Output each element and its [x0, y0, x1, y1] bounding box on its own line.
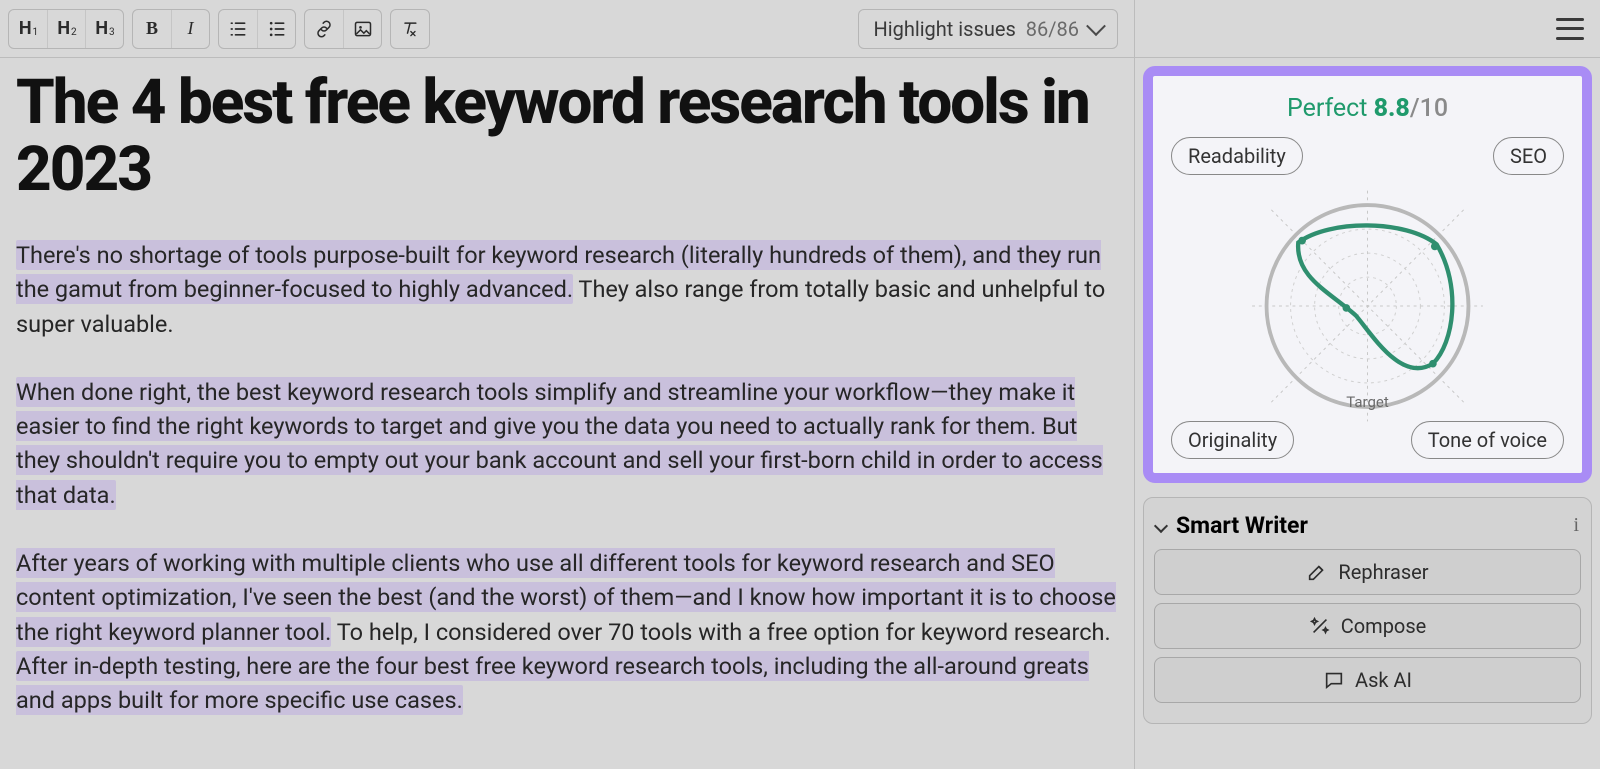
plain-text: To help, I considered over 70 tools with…	[331, 618, 1110, 646]
ask-ai-button[interactable]: Ask AI	[1154, 657, 1581, 703]
highlighted-text: When done right, the best keyword resear…	[16, 377, 1103, 510]
score-card: Perfect 8.8/10 Readability SEO	[1143, 66, 1592, 483]
list-group	[218, 9, 296, 49]
paragraph-1[interactable]: There's no shortage of tools purpose-bui…	[16, 238, 1118, 341]
score-max: /10	[1410, 94, 1448, 123]
hamburger-icon	[1556, 18, 1584, 21]
magic-icon	[1309, 615, 1331, 637]
sidebar-top	[1135, 0, 1600, 58]
score-headline: Perfect 8.8/10	[1171, 94, 1564, 123]
smart-writer-header[interactable]: Smart Writer i	[1154, 508, 1581, 549]
sidebar: Perfect 8.8/10 Readability SEO	[1135, 0, 1600, 769]
smart-writer-panel: Smart Writer i Rephraser Compose Ask AI	[1143, 497, 1592, 724]
rephraser-button[interactable]: Rephraser	[1154, 549, 1581, 595]
paragraph-3[interactable]: After years of working with multiple cli…	[16, 546, 1118, 717]
link-button[interactable]	[305, 10, 343, 48]
h2-button[interactable]: H2	[47, 10, 85, 48]
ask-ai-label: Ask AI	[1355, 668, 1412, 692]
image-icon	[353, 19, 373, 39]
seo-badge[interactable]: SEO	[1493, 137, 1564, 175]
document-title[interactable]: The 4 best free keyword research tools i…	[16, 70, 1118, 204]
radar-chart: Target	[1171, 181, 1564, 435]
clear-format-button[interactable]	[391, 10, 429, 48]
badge-row-top: Readability SEO	[1171, 137, 1564, 175]
ordered-list-icon	[228, 19, 248, 39]
editor-body[interactable]: The 4 best free keyword research tools i…	[0, 58, 1134, 751]
h1-button[interactable]: H1	[9, 10, 47, 48]
h2-sub: 2	[71, 27, 77, 38]
highlight-issues-count: 86/86	[1026, 17, 1079, 41]
clear-format-icon	[400, 19, 420, 39]
highlighted-text: After in-depth testing, here are the fou…	[16, 651, 1089, 715]
h-glyph: H	[19, 18, 32, 39]
link-icon	[314, 19, 334, 39]
bold-button[interactable]: B	[133, 10, 171, 48]
italic-button[interactable]: I	[171, 10, 209, 48]
insert-group	[304, 9, 382, 49]
h-glyph: H	[95, 18, 108, 39]
unordered-list-icon	[267, 19, 287, 39]
ordered-list-button[interactable]	[219, 10, 257, 48]
h3-sub: 3	[109, 27, 115, 38]
compose-button[interactable]: Compose	[1154, 603, 1581, 649]
editor-column: H1 H2 H3 B I	[0, 0, 1135, 769]
h-glyph: H	[57, 18, 70, 39]
paragraph-2[interactable]: When done right, the best keyword resear…	[16, 375, 1118, 512]
readability-badge[interactable]: Readability	[1171, 137, 1303, 175]
heading-group: H1 H2 H3	[8, 9, 124, 49]
score-value: 8.8	[1374, 94, 1410, 123]
edit-icon	[1306, 561, 1328, 583]
compose-label: Compose	[1341, 614, 1427, 638]
h1-sub: 1	[33, 27, 39, 38]
image-button[interactable]	[343, 10, 381, 48]
target-label: Target	[1346, 393, 1389, 411]
unordered-list-button[interactable]	[257, 10, 295, 48]
smart-writer-title: Smart Writer	[1176, 512, 1563, 539]
chevron-down-icon	[1154, 518, 1168, 532]
h3-button[interactable]: H3	[85, 10, 123, 48]
style-group: B I	[132, 9, 210, 49]
rephraser-label: Rephraser	[1338, 560, 1428, 584]
clear-group	[390, 9, 430, 49]
score-label: Perfect	[1287, 94, 1367, 123]
chevron-down-icon	[1086, 16, 1106, 36]
editor-toolbar: H1 H2 H3 B I	[0, 0, 1134, 58]
sidebar-body: Perfect 8.8/10 Readability SEO	[1135, 58, 1600, 769]
highlight-issues-dropdown[interactable]: Highlight issues 86/86	[858, 9, 1118, 49]
chat-icon	[1323, 669, 1345, 691]
menu-button[interactable]	[1556, 18, 1584, 40]
info-icon[interactable]: i	[1573, 514, 1579, 537]
highlight-issues-label: Highlight issues	[873, 17, 1015, 41]
